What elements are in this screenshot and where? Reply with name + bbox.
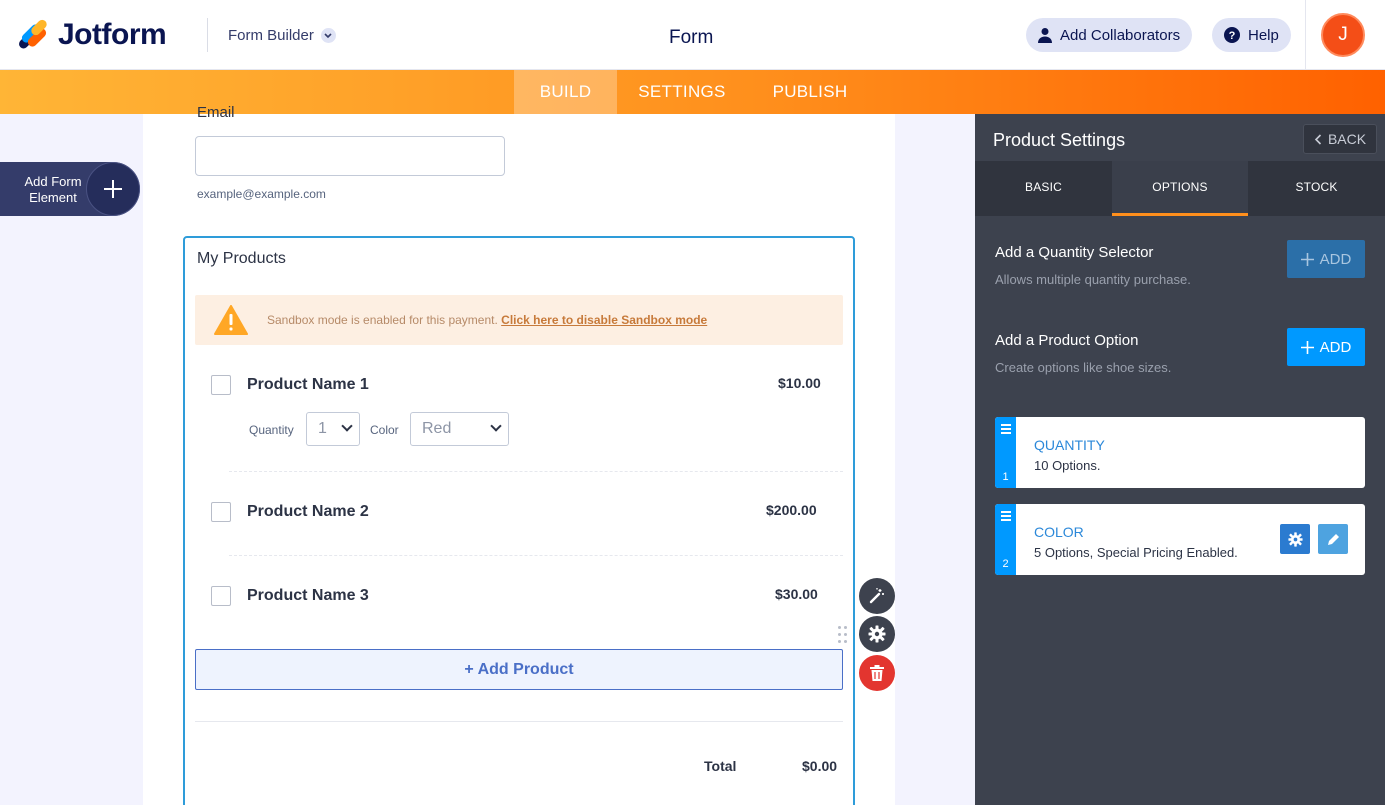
quantity-select-value: 1 — [318, 420, 327, 437]
add-collaborators-label: Add Collaborators — [1060, 26, 1181, 44]
option-summary: 5 Options, Special Pricing Enabled. — [1034, 545, 1238, 560]
total-divider — [195, 721, 843, 722]
product-option-desc: Create options like shoe sizes. — [995, 360, 1172, 375]
add-collaborators-button[interactable]: Add Collaborators — [1026, 18, 1193, 52]
tab-options[interactable]: OPTIONS — [1112, 161, 1248, 216]
quantity-selector-desc: Allows multiple quantity purchase. — [995, 272, 1191, 287]
form-builder-label: Form Builder — [228, 27, 314, 44]
add-option-label: ADD — [1319, 338, 1352, 356]
plus-icon — [86, 162, 140, 216]
email-sublabel: example@example.com — [197, 187, 326, 201]
help-label: Help — [1248, 26, 1279, 44]
pencil-icon — [1327, 533, 1339, 545]
user-icon — [1038, 28, 1052, 43]
magic-wand-button[interactable] — [859, 578, 895, 614]
option-name: COLOR — [1034, 524, 1084, 540]
option-summary: 10 Options. — [1034, 458, 1101, 473]
option-name: QUANTITY — [1034, 437, 1105, 453]
color-select[interactable]: Red — [410, 412, 509, 446]
help-icon: ? — [1224, 27, 1240, 43]
avatar[interactable]: J — [1321, 13, 1365, 57]
sandbox-message: Sandbox mode is enabled for this payment… — [267, 313, 498, 327]
product-2-checkbox[interactable] — [211, 502, 231, 522]
jotform-logo-icon — [17, 17, 49, 51]
tab-basic[interactable]: BASIC — [975, 161, 1112, 216]
option-drag-handle[interactable]: 2 — [995, 504, 1016, 575]
hamburger-icon — [1001, 511, 1011, 523]
sandbox-notice: Sandbox mode is enabled for this payment… — [195, 295, 843, 345]
total-label: Total — [704, 758, 737, 774]
drag-handle[interactable] — [838, 626, 848, 646]
product-2-name: Product Name 2 — [247, 503, 369, 520]
plus-icon — [1300, 340, 1314, 354]
tab-settings[interactable]: SETTINGS — [630, 70, 734, 114]
product-option-title: Add a Product Option — [995, 332, 1139, 349]
add-product-option-button[interactable]: ADD — [1287, 328, 1365, 366]
sandbox-text: Sandbox mode is enabled for this payment… — [267, 313, 707, 327]
option-drag-handle[interactable]: 1 — [995, 417, 1016, 488]
product-3-checkbox[interactable] — [211, 586, 231, 606]
plus-icon — [1300, 252, 1314, 266]
email-label: Email — [197, 104, 235, 121]
add-form-element-label: Add Form Element — [24, 174, 82, 205]
avatar-area: J — [1305, 0, 1385, 70]
color-label: Color — [370, 423, 399, 437]
quantity-label: Quantity — [249, 423, 294, 437]
field-settings-button[interactable] — [859, 616, 895, 652]
svg-text:?: ? — [1229, 30, 1236, 42]
product-1-checkbox[interactable] — [211, 375, 231, 395]
tab-build[interactable]: BUILD — [514, 70, 617, 114]
panel-title: Product Settings — [993, 130, 1126, 150]
quantity-selector-title: Add a Quantity Selector — [995, 244, 1154, 261]
gear-icon — [868, 625, 886, 643]
product-3-price: $30.00 — [775, 586, 818, 602]
top-header: Jotform Form Builder Form Add Collaborat… — [0, 0, 1385, 70]
form-builder-dropdown[interactable]: Form Builder — [228, 27, 336, 44]
option-card-color[interactable]: 2 COLOR 5 Options, Special Pricing Enabl… — [995, 504, 1365, 575]
brand-name: Jotform — [58, 18, 167, 51]
option-settings-button[interactable] — [1280, 524, 1310, 554]
back-label: BACK — [1327, 131, 1367, 147]
header-divider — [207, 18, 208, 52]
color-select-value: Red — [422, 420, 452, 437]
option-index: 2 — [1002, 558, 1009, 570]
email-input[interactable] — [195, 136, 505, 176]
add-product-button[interactable]: + Add Product — [195, 649, 843, 690]
option-index: 1 — [1002, 471, 1009, 483]
product-divider — [229, 555, 843, 556]
delete-field-button[interactable] — [859, 655, 895, 691]
add-quantity-label: ADD — [1319, 250, 1352, 268]
trash-icon — [870, 665, 884, 681]
tab-publish[interactable]: PUBLISH — [760, 70, 860, 114]
back-button[interactable]: BACK — [1303, 124, 1377, 154]
chevron-left-icon — [1314, 134, 1322, 145]
products-title[interactable]: My Products — [197, 250, 286, 268]
panel-tabs: BASIC OPTIONS STOCK — [975, 161, 1385, 216]
hamburger-icon — [1001, 424, 1011, 436]
product-1-name: Product Name 1 — [247, 376, 369, 393]
quantity-select[interactable]: 1 — [306, 412, 360, 446]
tab-stock[interactable]: STOCK — [1248, 161, 1385, 216]
chevron-down-icon — [341, 420, 353, 432]
gear-icon — [1287, 531, 1303, 547]
option-card-quantity[interactable]: 1 QUANTITY 10 Options. — [995, 417, 1365, 488]
form-title[interactable]: Form — [669, 27, 713, 49]
jotform-logo[interactable]: Jotform — [17, 17, 167, 52]
total-value: $0.00 — [802, 758, 838, 774]
product-1-price: $10.00 — [778, 375, 821, 391]
magic-wand-icon — [869, 588, 884, 604]
disable-sandbox-link[interactable]: Click here to disable Sandbox mode — [501, 313, 707, 327]
option-edit-button[interactable] — [1318, 524, 1348, 554]
add-quantity-selector-button[interactable]: ADD — [1287, 240, 1365, 278]
product-divider — [229, 471, 843, 472]
product-3-name: Product Name 3 — [247, 587, 369, 604]
add-form-element-button[interactable]: Add Form Element — [0, 162, 140, 216]
product-2-price: $200.00 — [766, 502, 817, 518]
chevron-down-icon — [320, 28, 336, 43]
chevron-down-icon — [490, 420, 502, 432]
warning-icon — [214, 305, 248, 335]
help-button[interactable]: ? Help — [1212, 18, 1291, 52]
